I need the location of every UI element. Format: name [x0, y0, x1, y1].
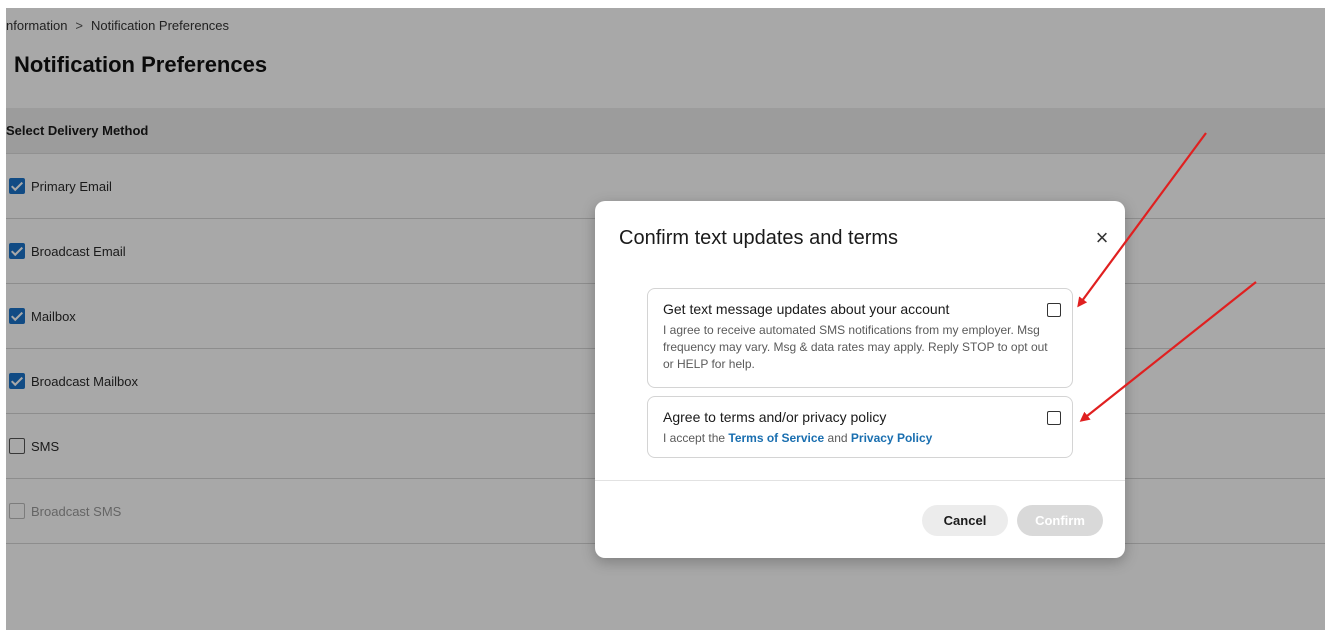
terms-consent-title: Agree to terms and/or privacy policy: [663, 409, 887, 425]
terms-consent-card: Agree to terms and/or privacy policy I a…: [647, 396, 1073, 458]
cancel-button[interactable]: Cancel: [922, 505, 1008, 536]
sms-consent-title: Get text message updates about your acco…: [663, 301, 950, 317]
dialog-footer-divider: [595, 480, 1125, 481]
terms-of-service-link[interactable]: Terms of Service: [728, 431, 824, 445]
confirm-button[interactable]: Confirm: [1017, 505, 1103, 536]
terms-desc-prefix: I accept the: [663, 431, 729, 445]
terms-consent-checkbox[interactable]: [1047, 411, 1061, 425]
terms-desc-middle: and: [824, 431, 851, 445]
sms-consent-checkbox[interactable]: [1047, 303, 1061, 317]
confirm-text-updates-dialog: Confirm text updates and terms × Get tex…: [595, 201, 1125, 558]
close-icon[interactable]: ×: [1092, 227, 1112, 249]
sms-consent-description: I agree to receive automated SMS notific…: [663, 323, 1048, 371]
privacy-policy-link[interactable]: Privacy Policy: [851, 431, 932, 445]
dialog-title: Confirm text updates and terms: [619, 227, 899, 249]
sms-consent-card: Get text message updates about your acco…: [647, 288, 1073, 388]
terms-consent-description: I accept the Terms of Service and Privac…: [663, 430, 1058, 447]
